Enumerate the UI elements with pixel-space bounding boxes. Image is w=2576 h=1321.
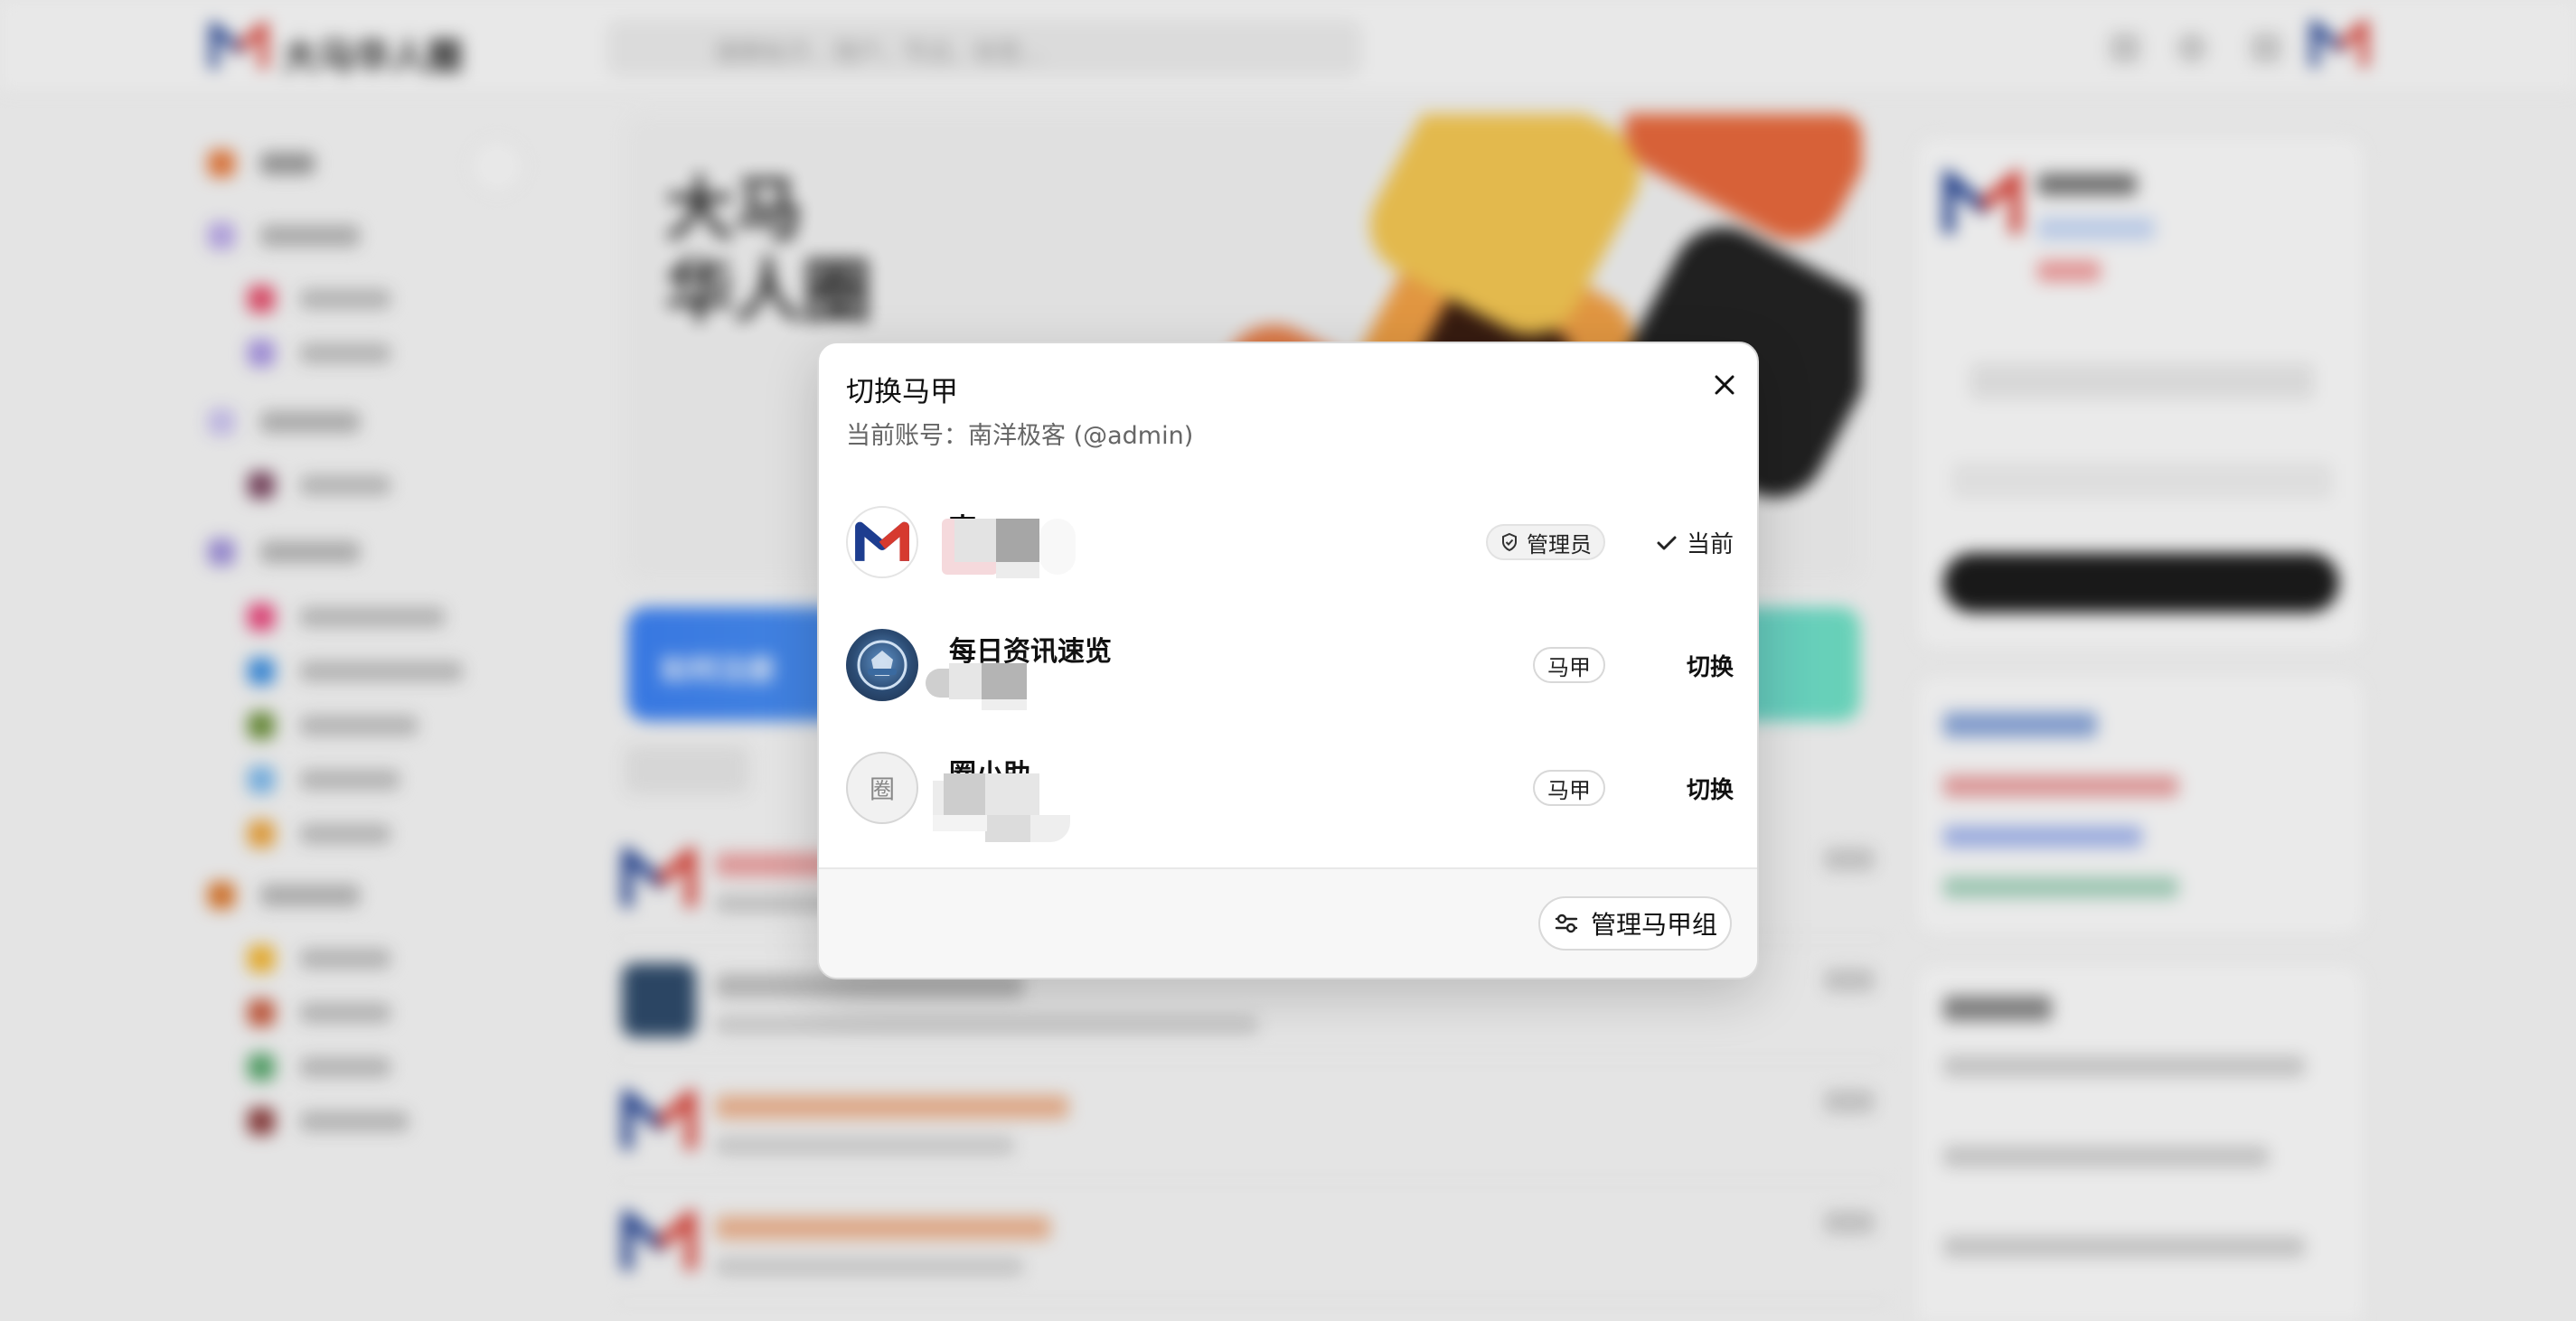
current-label: 当前 (1686, 531, 1734, 558)
dialog-footer: 管理马甲组 (819, 867, 1757, 978)
brand-m-logo-avatar (846, 506, 918, 578)
shield-icon (1502, 532, 1517, 552)
alt-badge: 马甲 (1533, 770, 1605, 806)
manage-alt-group-label: 管理马甲组 (1590, 910, 1717, 940)
current-account-label: 当前账号：南洋极客 (@admin) (846, 422, 1194, 450)
team-emblem-avatar (846, 629, 918, 701)
admin-badge-label: 管理员 (1527, 531, 1592, 557)
current-indicator: 当前 (1654, 526, 1734, 559)
redaction-mosaic (926, 663, 1043, 710)
admin-badge: 管理员 (1486, 524, 1605, 560)
redaction-mosaic (936, 513, 1081, 578)
redaction-mosaic (933, 773, 1114, 848)
alt-badge: 马甲 (1533, 647, 1605, 683)
dialog-title: 切换马甲 (846, 376, 958, 408)
account-row-current[interactable]: 南 管理员 当前 (846, 497, 1734, 587)
account-avatar-glyph: 圈 (846, 752, 918, 824)
switch-identity-dialog: 切换马甲 当前账号：南洋极客 (@admin) 南 管理员 (817, 342, 1759, 979)
manage-alt-group-button[interactable]: 管理马甲组 (1538, 896, 1732, 951)
switch-button[interactable]: 切换 (1687, 649, 1734, 682)
account-row-3[interactable]: 圈 圈小助 马甲 切换 (846, 743, 1734, 842)
switch-button[interactable]: 切换 (1687, 772, 1734, 805)
sliders-icon (1555, 913, 1578, 933)
account-row-2[interactable]: 每日资讯速览 马甲 切换 (846, 620, 1734, 710)
close-icon[interactable] (1705, 365, 1744, 405)
check-icon (1657, 536, 1677, 549)
